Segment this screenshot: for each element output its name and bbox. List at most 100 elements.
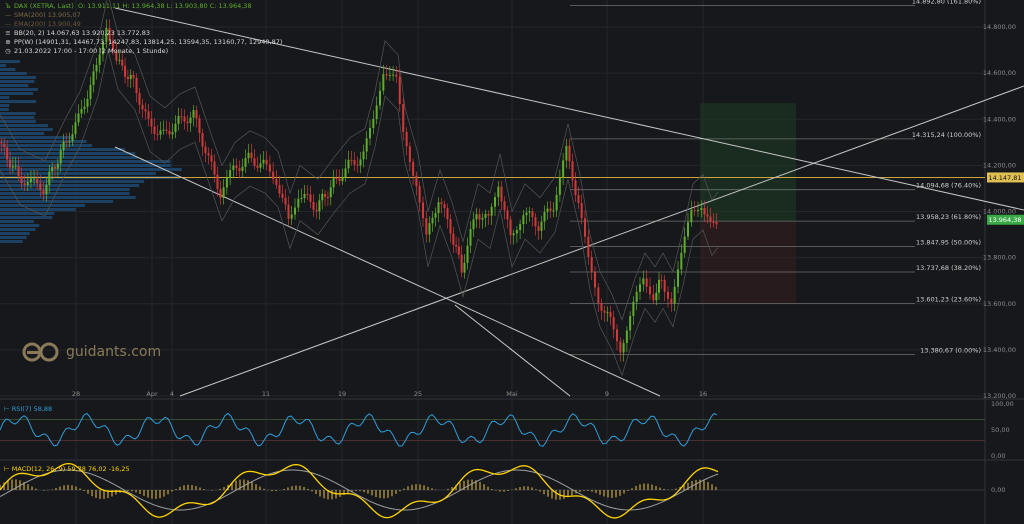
y-tick-label: 13.600,00 <box>983 300 1016 308</box>
candle-body <box>694 210 696 211</box>
candle-body <box>272 172 274 180</box>
bb-legend: BB(20, 2) 14.067,63 13.920,23 13.772,83 <box>14 29 150 37</box>
candle-body <box>139 93 141 105</box>
chart-canvas[interactable]: 14.800,00 14.600,00 14.400,00 14.200,00 14.0… <box>0 0 1024 524</box>
rsi-level-label: 0,00 <box>991 452 1005 460</box>
candle-body <box>532 211 534 217</box>
volume-profile-bar <box>0 100 36 103</box>
candle-body <box>157 134 159 135</box>
volume-profile-bar <box>0 184 139 187</box>
candle-body <box>610 312 612 317</box>
candle-body <box>646 279 648 287</box>
y-tick-label: 13.800,00 <box>983 254 1016 262</box>
macd-label: MACD(12, 26, 9) 59,78 76,02 -16,25 <box>12 465 130 473</box>
candle-body <box>214 161 216 174</box>
candle-body <box>680 253 682 270</box>
macd-zero-label: 0,00 <box>991 486 1005 494</box>
candle-body <box>211 155 213 161</box>
candle-body <box>713 222 715 223</box>
chart-legend: Ъ DAX (XETRA, Last) O: 13.911,11 H: 13.96… <box>4 2 282 56</box>
candle-body <box>327 197 329 198</box>
volume-profile-bar <box>0 224 39 227</box>
candle-body <box>494 197 496 207</box>
candle-body <box>707 214 709 216</box>
candle-body <box>604 311 606 313</box>
candle-body <box>438 202 440 213</box>
candle-body <box>594 272 596 288</box>
candle-body <box>572 161 574 180</box>
candle-body <box>704 208 706 214</box>
candle-body <box>336 178 338 179</box>
candle-body <box>541 222 543 231</box>
volume-profile-bar <box>0 92 33 95</box>
candle-body <box>444 204 446 208</box>
candle-body <box>275 179 277 185</box>
y-tick-label: 14.000,00 <box>983 208 1016 216</box>
candle-body <box>488 214 490 216</box>
candle-body <box>455 245 457 247</box>
candle-body <box>297 199 299 208</box>
candle-body <box>269 164 271 171</box>
volume-profile-bar <box>0 168 182 171</box>
candle-body <box>307 194 309 195</box>
candle-body <box>154 127 156 134</box>
candle-body <box>301 198 303 199</box>
candle-body <box>485 214 487 218</box>
candle-body <box>382 74 384 91</box>
candle-body <box>581 203 583 218</box>
volume-profile-bar <box>0 192 130 195</box>
candle-body <box>330 187 332 197</box>
x-tick-label: 9 <box>605 390 609 398</box>
candle-body <box>313 202 315 210</box>
ema-icon: — <box>4 20 12 29</box>
candle-body <box>538 226 540 230</box>
volume-profile-bar <box>0 164 171 167</box>
candle-body <box>121 60 123 66</box>
candle-body <box>562 160 564 177</box>
candle-body <box>655 293 657 301</box>
candle-body <box>522 215 524 224</box>
candle-body <box>310 195 312 202</box>
candle-body <box>160 131 162 135</box>
candle-body <box>716 222 718 224</box>
volume-profile-bar <box>0 172 156 175</box>
candle-body <box>450 219 452 233</box>
candle-body <box>151 119 153 127</box>
volume-profile-bar <box>0 112 36 115</box>
candle-body <box>613 317 615 329</box>
volume-profile-bar <box>0 120 36 123</box>
candle-body <box>619 341 621 352</box>
candle-body <box>575 180 577 195</box>
candle-body <box>130 75 132 79</box>
candle-body <box>422 202 424 218</box>
stop-zone <box>700 221 796 303</box>
candle-body <box>245 158 247 167</box>
candle-body <box>670 299 672 304</box>
volume-profile-bar <box>0 72 27 75</box>
candle-body <box>266 160 268 165</box>
candle-body <box>27 182 29 185</box>
candle-body <box>419 186 421 202</box>
candle-body <box>78 114 80 123</box>
volume-profile-bar <box>0 88 38 91</box>
volume-profile-bar <box>0 200 113 203</box>
candle-body <box>501 187 503 202</box>
candle-body <box>288 205 290 219</box>
candle-body <box>30 179 32 183</box>
bb-icon: ≡ <box>4 29 12 38</box>
candle-body <box>504 201 506 210</box>
candle-body <box>392 75 394 76</box>
volume-profile-bar <box>0 204 85 207</box>
candle-body <box>260 163 262 167</box>
candle-body <box>316 210 318 211</box>
candle-body <box>145 109 147 111</box>
candle-body <box>333 178 335 187</box>
candle-body <box>229 170 231 178</box>
candle-body <box>652 294 654 300</box>
candle-body <box>163 130 165 131</box>
volume-profile-bar <box>0 84 28 87</box>
candle-body <box>294 208 296 215</box>
candle-body <box>127 77 129 79</box>
candle-body <box>223 187 225 197</box>
fib-level-label: 13.958,23 (61.80%) <box>916 213 981 221</box>
